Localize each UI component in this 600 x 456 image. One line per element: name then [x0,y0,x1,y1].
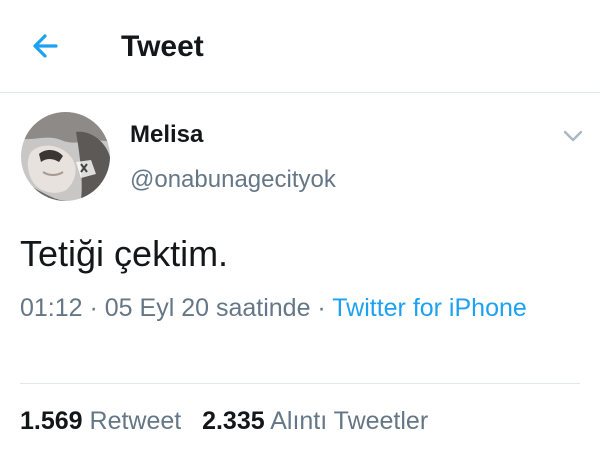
tweet-menu-button[interactable] [560,126,586,146]
back-button[interactable] [26,28,66,64]
quotes-stat[interactable]: 2.335 Alıntı Tweetler [202,407,428,435]
tweet-date: 05 Eyl 20 saatinde [104,294,311,322]
quotes-label: Alıntı Tweetler [270,407,429,435]
tweet-metadata: 01:12 · 05 Eyl 20 saatinde · Twitter for… [20,289,580,328]
tweet-time: 01:12 [20,294,83,322]
tweet-text: Tetiği çektim. [20,233,229,274]
arrow-left-icon [26,28,66,64]
page-title: Tweet [121,30,204,63]
quotes-count: 2.335 [202,407,265,435]
retweets-label: Retweet [89,407,182,435]
tweet-detail-page: Tweet Melisa @onabunagecityok Tetiği çek… [0,0,600,456]
meta-separator: · [82,294,105,322]
avatar[interactable] [21,112,110,201]
divider [20,383,580,384]
retweets-stat[interactable]: 1.569 Retweet [20,407,181,435]
author-handle[interactable]: @onabunagecityok [130,165,336,195]
tweet-source-link[interactable]: Twitter for iPhone [332,294,527,322]
meta-separator: · [310,294,333,322]
chevron-down-icon [560,130,586,150]
top-bar: Tweet [0,0,600,93]
retweets-count: 1.569 [20,407,83,435]
author-display-name[interactable]: Melisa [130,120,203,150]
tweet-stats: 1.569 Retweet 2.335 Alıntı Tweetler [20,405,428,437]
